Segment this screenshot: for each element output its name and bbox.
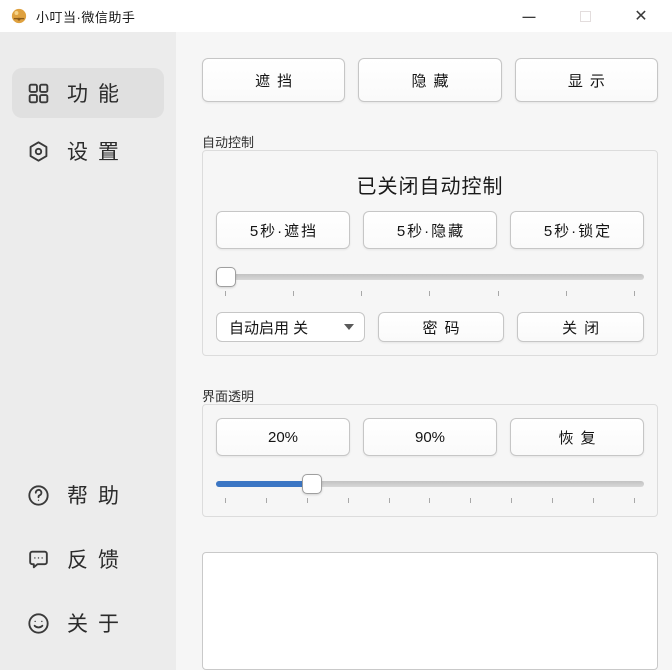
window-controls: — ✕ [518, 5, 662, 27]
opacity-restore-button[interactable]: 恢复 [510, 418, 644, 456]
show-button[interactable]: 显示 [515, 58, 658, 102]
main-content: 遮挡 隐藏 显示 自动控制 已关闭自动控制 5秒·遮挡 5秒·隐藏 5秒·锁定 [176, 32, 672, 670]
sidebar-item-label: 帮助 [67, 480, 129, 510]
slider-tick [552, 498, 553, 503]
sidebar-item-label: 功能 [67, 78, 129, 108]
log-textarea[interactable] [202, 552, 658, 670]
timer-lock-button[interactable]: 5秒·锁定 [510, 211, 644, 249]
chevron-down-icon [344, 324, 354, 330]
auto-control-bottom-row: 自动启用 关 密码 关闭 [216, 312, 644, 342]
titlebar: 小叮当·微信助手 — ✕ [0, 0, 672, 32]
timer-buttons-row: 5秒·遮挡 5秒·隐藏 5秒·锁定 [216, 211, 644, 249]
slider-thumb[interactable] [216, 267, 236, 287]
grid-icon [26, 81, 51, 106]
gear-icon [26, 139, 51, 164]
top-actions-row: 遮挡 隐藏 显示 [202, 58, 658, 102]
minimize-button[interactable]: — [518, 5, 540, 27]
slider-tick [593, 498, 594, 503]
sidebar-item-label: 关于 [67, 608, 129, 638]
sidebar-bottom-group: 帮助 反馈 [12, 472, 164, 646]
slider-tick [293, 291, 294, 296]
opacity-20-button[interactable]: 20% [216, 418, 350, 456]
slider-ticks [216, 498, 644, 503]
slider-tick [348, 498, 349, 503]
timer-hide-button[interactable]: 5秒·隐藏 [363, 211, 497, 249]
slider-tick [470, 498, 471, 503]
sidebar-item-feedback[interactable]: 反馈 [12, 536, 164, 582]
slider-fill [216, 481, 312, 487]
cover-button[interactable]: 遮挡 [202, 58, 345, 102]
transparency-preset-row: 20% 90% 恢复 [216, 418, 644, 456]
chat-bubble-icon [26, 547, 51, 572]
timer-cover-button[interactable]: 5秒·遮挡 [216, 211, 350, 249]
opacity-90-button[interactable]: 90% [363, 418, 497, 456]
smiley-icon [26, 611, 51, 636]
slider-track[interactable] [216, 274, 644, 280]
slider-tick [266, 498, 267, 503]
transparency-slider [216, 474, 644, 494]
transparency-group: 20% 90% 恢复 [202, 404, 658, 517]
auto-control-label: 自动控制 [202, 132, 658, 147]
slider-tick [389, 498, 390, 503]
slider-tick [566, 291, 567, 296]
slider-tick [225, 291, 226, 296]
slider-tick [511, 498, 512, 503]
sidebar: 功能 设置 帮助 [0, 32, 176, 670]
sidebar-spacer [12, 176, 164, 472]
sidebar-item-functions[interactable]: 功能 [12, 68, 164, 118]
slider-tick [225, 498, 226, 503]
sidebar-item-label: 设置 [67, 136, 129, 166]
bell-icon [10, 7, 28, 25]
slider-thumb[interactable] [302, 474, 322, 494]
sidebar-item-about[interactable]: 关于 [12, 600, 164, 646]
auto-control-group: 已关闭自动控制 5秒·遮挡 5秒·隐藏 5秒·锁定 自动启用 关 密 [202, 150, 658, 356]
transparency-label: 界面透明 [202, 386, 658, 401]
slider-tick [429, 291, 430, 296]
dropdown-value: 自动启用 关 [229, 317, 338, 338]
slider-tick [498, 291, 499, 296]
slider-tick [361, 291, 362, 296]
close-button[interactable]: ✕ [630, 5, 652, 27]
auto-control-slider [216, 267, 644, 287]
maximize-icon [580, 11, 591, 22]
slider-ticks [216, 291, 644, 296]
window-title: 小叮当·微信助手 [36, 7, 518, 26]
auto-control-status: 已关闭自动控制 [216, 170, 644, 199]
slider-tick [634, 498, 635, 503]
hide-button[interactable]: 隐藏 [358, 58, 501, 102]
help-circle-icon [26, 483, 51, 508]
auto-control-slider-block [216, 267, 644, 296]
password-button[interactable]: 密码 [378, 312, 505, 342]
slider-tick [634, 291, 635, 296]
slider-tick [429, 498, 430, 503]
sidebar-item-settings[interactable]: 设置 [12, 126, 164, 176]
sidebar-item-help[interactable]: 帮助 [12, 472, 164, 518]
auto-enable-dropdown[interactable]: 自动启用 关 [216, 312, 365, 342]
slider-tick [307, 498, 308, 503]
maximize-button[interactable] [574, 5, 596, 27]
transparency-slider-block [216, 474, 644, 503]
close-function-button[interactable]: 关闭 [517, 312, 644, 342]
sidebar-item-label: 反馈 [67, 544, 129, 574]
